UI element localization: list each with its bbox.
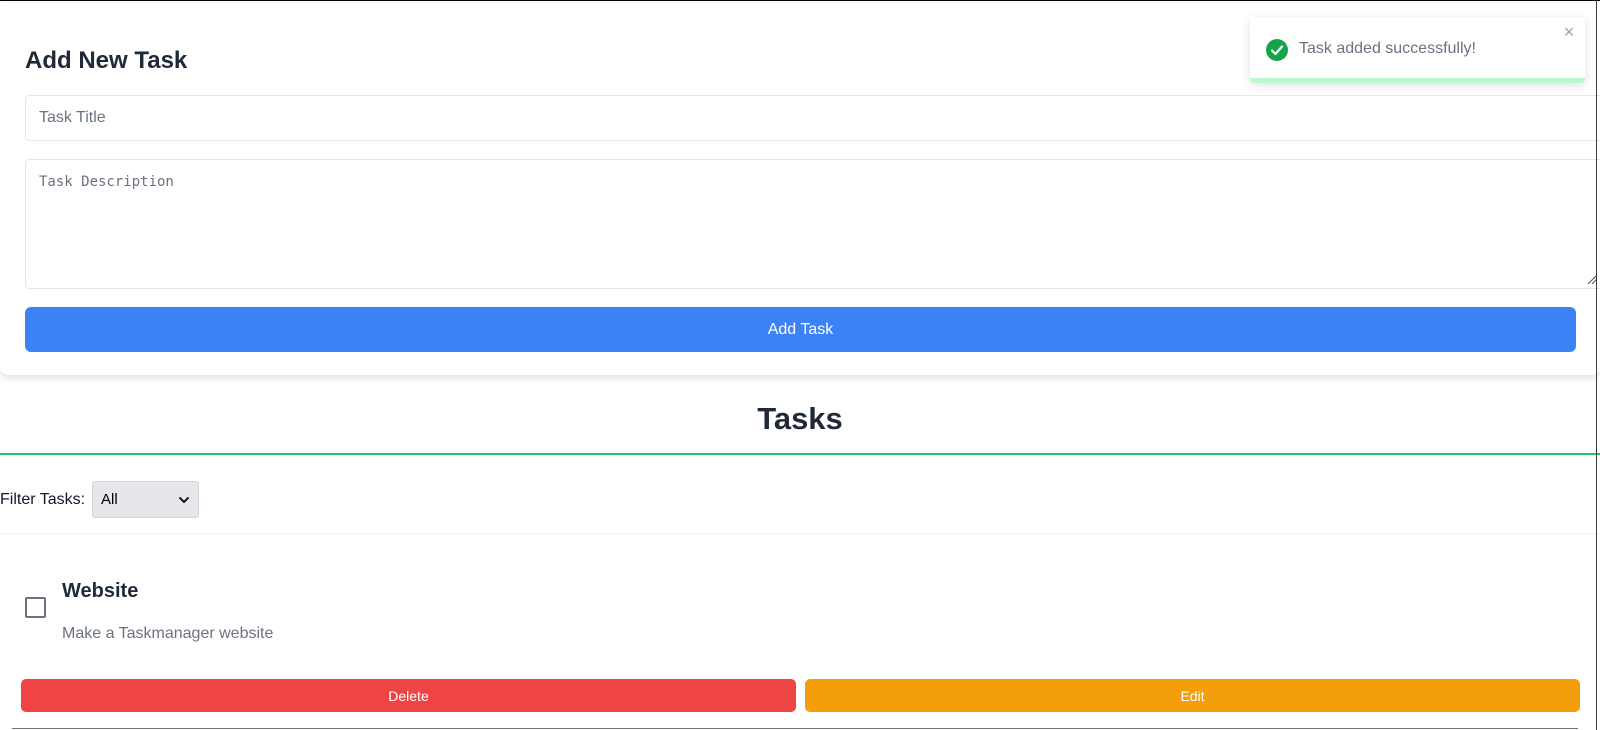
filter-label: Filter Tasks:	[0, 491, 86, 508]
delete-task-button[interactable]: Delete	[21, 679, 796, 712]
toast-progress-bar	[1250, 78, 1585, 83]
check-circle-icon	[1266, 39, 1288, 61]
task-complete-checkbox[interactable]	[25, 597, 46, 618]
filter-selected-value: All	[101, 491, 118, 508]
task-description-input[interactable]	[25, 159, 1600, 289]
tasks-heading: Tasks	[757, 401, 843, 436]
edit-task-button[interactable]: Edit	[805, 679, 1580, 712]
window-edge	[1596, 0, 1597, 730]
toast-message: Task added successfully!	[1299, 40, 1476, 57]
task-title-input[interactable]	[25, 95, 1600, 141]
filter-select[interactable]: All	[92, 481, 199, 518]
task-title: Website	[62, 580, 139, 602]
section-divider	[0, 453, 1600, 455]
list-divider	[12, 728, 1578, 729]
top-border	[0, 0, 1600, 1]
task-description: Make a Taskmanager website	[62, 625, 274, 642]
success-toast: Task added successfully! ×	[1250, 17, 1585, 83]
add-task-heading: Add New Task	[25, 47, 188, 74]
close-icon[interactable]: ×	[1561, 23, 1577, 41]
chevron-down-icon	[178, 496, 190, 503]
add-task-button[interactable]: Add Task	[25, 307, 1576, 352]
